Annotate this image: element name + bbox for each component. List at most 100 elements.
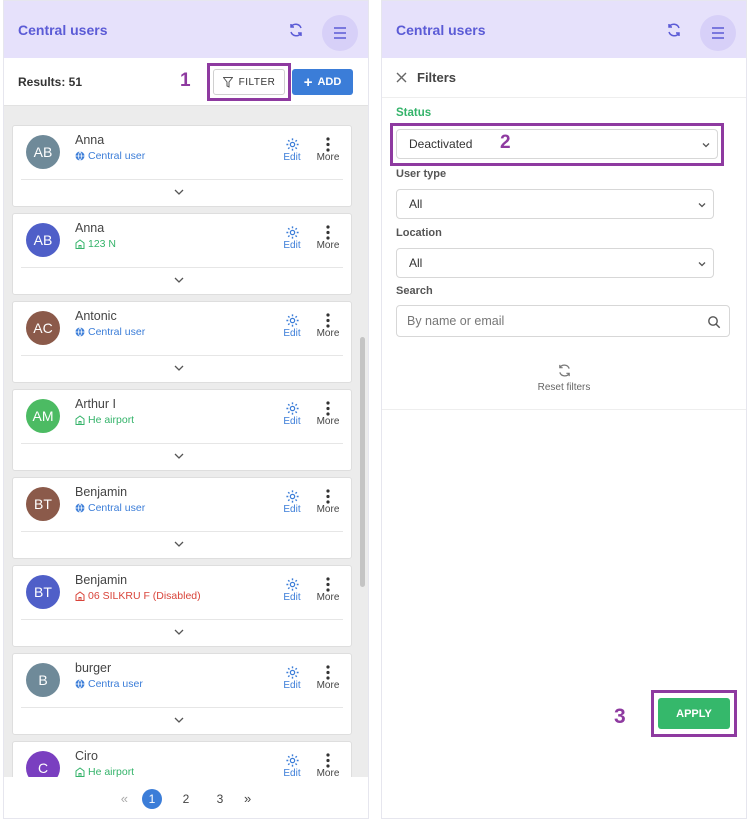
more-label: More bbox=[316, 328, 340, 339]
add-label: ADD bbox=[317, 76, 342, 88]
user-name: Benjamin bbox=[75, 573, 128, 587]
building-icon bbox=[75, 591, 85, 601]
user-card[interactable]: Bburger Centra user Edit More bbox=[12, 653, 352, 735]
divider bbox=[21, 619, 343, 620]
step-annotation-3: 3 bbox=[614, 705, 626, 728]
edit-button[interactable]: Edit bbox=[279, 665, 305, 691]
user-card[interactable]: AC Antonic Central user Edit More bbox=[12, 301, 352, 383]
user-card[interactable]: AB Anna 123 N Edit More bbox=[12, 213, 352, 295]
apply-button[interactable]: APPLY bbox=[658, 698, 730, 729]
user-type-select[interactable]: All bbox=[396, 189, 714, 219]
more-label: More bbox=[316, 504, 340, 515]
avatar: AB bbox=[26, 135, 60, 169]
menu-button[interactable] bbox=[700, 15, 736, 51]
divider bbox=[21, 443, 343, 444]
building-icon bbox=[75, 415, 85, 425]
scrollbar[interactable] bbox=[360, 337, 365, 587]
more-label: More bbox=[316, 416, 340, 427]
user-card[interactable]: BT Benjamin 06 SILKRU F (Disabled) Edit More bbox=[12, 565, 352, 647]
more-button[interactable]: More bbox=[311, 225, 345, 251]
chevron-down-icon[interactable] bbox=[173, 274, 185, 286]
user-subtitle: He airport bbox=[75, 414, 134, 426]
more-vertical-icon bbox=[326, 313, 330, 328]
refresh-icon[interactable] bbox=[666, 22, 682, 38]
avatar: C bbox=[26, 751, 60, 777]
avatar: AB bbox=[26, 223, 60, 257]
more-button[interactable]: More bbox=[311, 313, 345, 339]
globe-icon bbox=[75, 327, 85, 337]
filter-icon bbox=[222, 76, 233, 88]
user-subtitle: Central user bbox=[75, 150, 145, 162]
filters-panel: Central users Filters Status Deactivated… bbox=[381, 0, 747, 819]
page-1-button[interactable]: 1 bbox=[142, 788, 162, 809]
building-icon bbox=[75, 767, 85, 777]
chevron-down-icon bbox=[702, 143, 710, 148]
close-icon[interactable] bbox=[396, 72, 407, 83]
header: Central users bbox=[4, 1, 368, 58]
filter-button[interactable]: FILTER bbox=[213, 69, 285, 95]
menu-button[interactable] bbox=[322, 15, 358, 51]
user-card[interactable]: AM Arthur I He airport Edit More bbox=[12, 389, 352, 471]
chevron-down-icon[interactable] bbox=[173, 714, 185, 726]
user-card[interactable]: AB Anna Central user Edit More bbox=[12, 125, 352, 207]
filters-header: Filters bbox=[382, 58, 746, 98]
location-select[interactable]: All bbox=[396, 248, 714, 278]
user-subtitle: 123 N bbox=[75, 238, 116, 250]
edit-button[interactable]: Edit bbox=[279, 401, 305, 427]
user-subtitle-text: 123 N bbox=[88, 238, 117, 250]
add-button[interactable]: + ADD bbox=[292, 69, 353, 95]
users-list-panel: Central users Results: 51 1 FILTER + ADD… bbox=[3, 0, 369, 819]
edit-button[interactable]: Edit bbox=[279, 225, 305, 251]
page-2-button[interactable]: 2 bbox=[176, 789, 196, 809]
chevron-down-icon[interactable] bbox=[173, 626, 185, 638]
edit-button[interactable]: Edit bbox=[279, 577, 305, 603]
next-page-button[interactable]: » bbox=[244, 791, 251, 806]
status-select[interactable]: Deactivated bbox=[396, 129, 718, 159]
edit-button[interactable]: Edit bbox=[279, 489, 305, 515]
user-subtitle: Centra user bbox=[75, 678, 143, 690]
divider bbox=[382, 409, 746, 410]
chevron-down-icon[interactable] bbox=[173, 362, 185, 374]
gear-icon bbox=[285, 578, 299, 591]
user-subtitle-text: He airport bbox=[88, 766, 135, 777]
user-card[interactable]: BT Benjamin Central user Edit More bbox=[12, 477, 352, 559]
divider bbox=[21, 355, 343, 356]
user-subtitle-text: He airport bbox=[88, 414, 135, 426]
hamburger-icon bbox=[334, 27, 346, 39]
edit-button[interactable]: Edit bbox=[279, 313, 305, 339]
search-label: Search bbox=[396, 285, 433, 297]
step-annotation-2: 2 bbox=[500, 132, 511, 153]
step-annotation-1: 1 bbox=[180, 70, 191, 91]
edit-label: Edit bbox=[283, 768, 301, 777]
search-input[interactable]: By name or email bbox=[396, 305, 730, 337]
more-button[interactable]: More bbox=[311, 137, 345, 163]
user-subtitle-text: Centra user bbox=[88, 678, 143, 690]
search-placeholder: By name or email bbox=[407, 314, 505, 328]
prev-page-button[interactable]: « bbox=[121, 791, 128, 806]
page-3-button[interactable]: 3 bbox=[210, 789, 230, 809]
status-label: Status bbox=[396, 107, 432, 119]
globe-icon bbox=[75, 151, 85, 161]
more-button[interactable]: More bbox=[311, 489, 345, 515]
chevron-down-icon[interactable] bbox=[173, 538, 185, 550]
gear-icon bbox=[285, 138, 299, 151]
refresh-icon[interactable] bbox=[288, 22, 304, 38]
chevron-down-icon[interactable] bbox=[173, 186, 185, 198]
reset-filters-button[interactable]: Reset filters bbox=[382, 363, 746, 393]
gear-icon bbox=[285, 402, 299, 415]
more-button[interactable]: More bbox=[311, 401, 345, 427]
user-name: Antonic bbox=[75, 309, 117, 323]
divider bbox=[21, 707, 343, 708]
chevron-down-icon bbox=[698, 203, 706, 208]
more-button[interactable]: More bbox=[311, 665, 345, 691]
chevron-down-icon[interactable] bbox=[173, 450, 185, 462]
edit-button[interactable]: Edit bbox=[279, 137, 305, 163]
more-button[interactable]: More bbox=[311, 753, 345, 777]
more-label: More bbox=[316, 768, 340, 777]
filter-label: FILTER bbox=[238, 76, 276, 88]
user-card[interactable]: C Ciro He airport Edit More bbox=[12, 741, 352, 777]
more-vertical-icon bbox=[326, 577, 330, 592]
user-name: Anna bbox=[75, 221, 105, 235]
edit-button[interactable]: Edit bbox=[279, 753, 305, 777]
more-button[interactable]: More bbox=[311, 577, 345, 603]
